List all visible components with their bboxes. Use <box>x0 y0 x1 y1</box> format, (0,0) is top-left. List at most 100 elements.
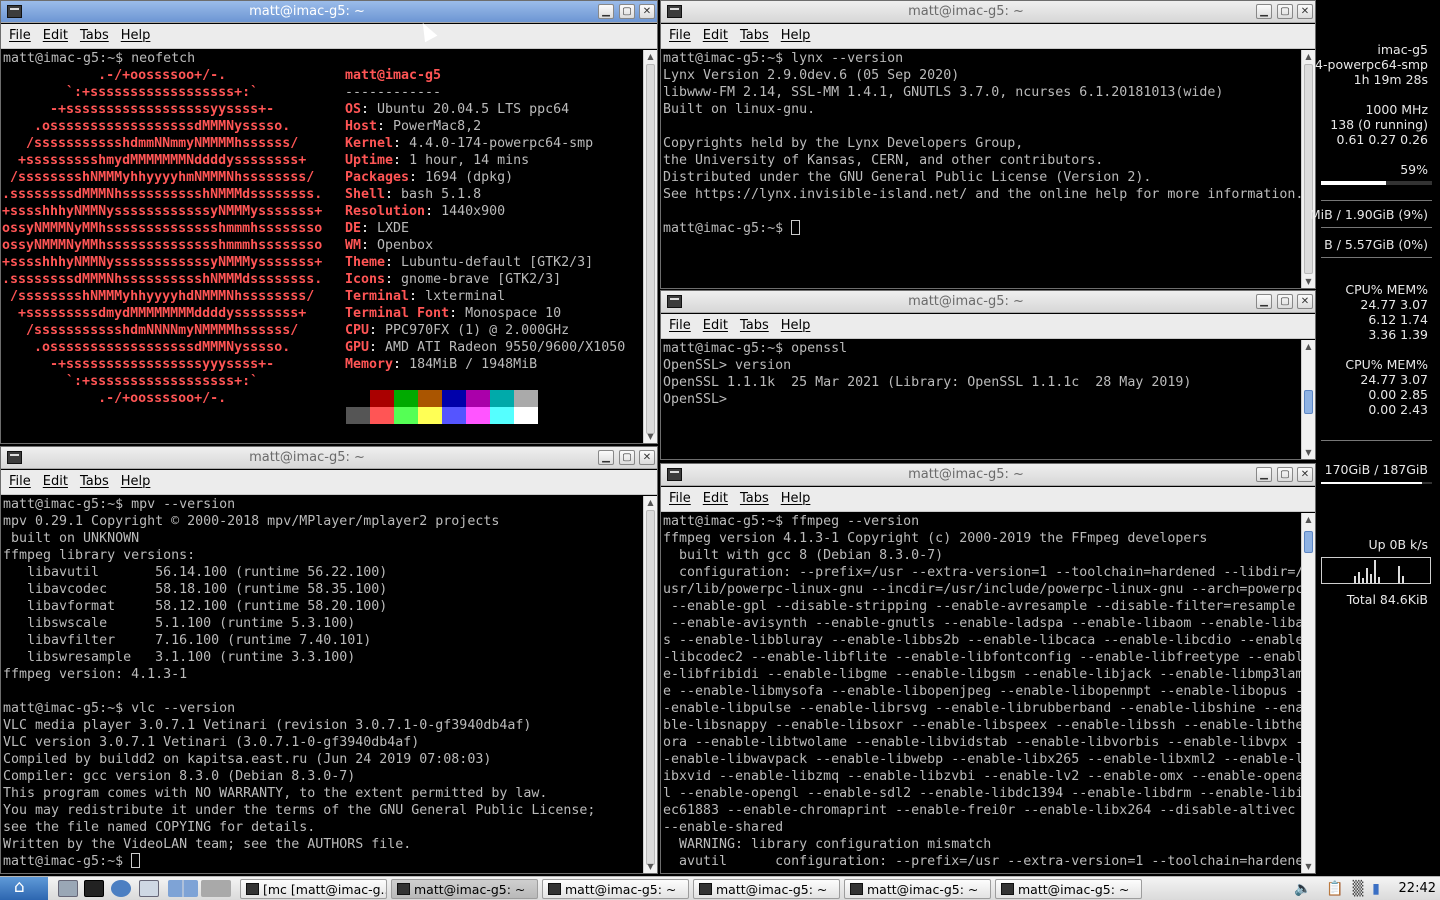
scroll-down-arrow-icon[interactable]: ▼ <box>646 432 655 441</box>
terminal-icon[interactable] <box>7 451 22 464</box>
terminal-icon[interactable] <box>667 5 682 18</box>
menu-tabs[interactable]: Tabs <box>72 470 113 489</box>
window-switcher-icon[interactable] <box>139 880 159 897</box>
menu-help[interactable]: Help <box>773 487 815 506</box>
title-bar[interactable]: matt@imac-g5: ~ ▁ ▢ ✕ <box>661 291 1315 313</box>
cpu-bar <box>1321 181 1432 185</box>
terminal-window-ffmpeg[interactable]: matt@imac-g5: ~ ▁ ▢ ✕ File Edit Tabs Help m… <box>660 463 1316 874</box>
menu-file[interactable]: File <box>1 24 35 43</box>
close-button[interactable]: ✕ <box>1297 294 1313 309</box>
menu-help[interactable]: Help <box>113 24 155 43</box>
scroll-up-arrow-icon[interactable]: ▲ <box>1304 52 1313 61</box>
maximize-button[interactable]: ▢ <box>1277 4 1293 19</box>
menu-edit[interactable]: Edit <box>695 314 732 333</box>
minimize-button[interactable]: ▁ <box>1256 294 1272 309</box>
title-bar[interactable]: matt@imac-g5: ~ ▁ ▢ ✕ <box>661 1 1315 23</box>
terminal-icon[interactable] <box>667 295 682 308</box>
info-label: Terminal <box>345 289 410 304</box>
scroll-up-arrow-icon[interactable]: ▲ <box>646 52 655 61</box>
maximize-button[interactable]: ▢ <box>619 4 635 19</box>
menu-help[interactable]: Help <box>773 314 815 333</box>
close-button[interactable]: ✕ <box>639 450 655 465</box>
scroll-down-arrow-icon[interactable]: ▼ <box>1304 277 1313 286</box>
menu-edit[interactable]: Edit <box>35 24 72 43</box>
menu-tabs[interactable]: Tabs <box>72 24 113 43</box>
disk-bar <box>1321 482 1432 484</box>
file-manager-icon[interactable] <box>58 880 78 897</box>
volume-icon[interactable]: 🔈 <box>1294 881 1311 897</box>
clock[interactable]: 22:42 <box>1399 881 1436 896</box>
menu-edit[interactable]: Edit <box>695 487 732 506</box>
scroll-thumb[interactable] <box>1304 64 1313 274</box>
title-bar[interactable]: matt@imac-g5: ~ ▁ ▢ ✕ <box>1 447 657 469</box>
scroll-up-arrow-icon[interactable]: ▲ <box>1304 515 1313 524</box>
menu-tabs[interactable]: Tabs <box>732 24 773 43</box>
task-terminal[interactable]: matt@imac-g5: ~ <box>542 879 689 899</box>
scroll-down-arrow-icon[interactable]: ▼ <box>1304 862 1313 871</box>
cpu-monitor-icon[interactable]: ▒ <box>1350 881 1366 897</box>
info-label: Memory <box>345 357 394 372</box>
close-button[interactable]: ✕ <box>1297 467 1313 482</box>
scrollbar[interactable]: ▲ ▼ <box>1301 340 1315 459</box>
scroll-up-arrow-icon[interactable]: ▲ <box>646 498 655 507</box>
minimize-button[interactable]: ▁ <box>1256 467 1272 482</box>
scroll-thumb[interactable] <box>1304 390 1313 414</box>
scrollbar[interactable]: ▲ ▼ <box>643 50 657 443</box>
menu-file[interactable]: File <box>1 470 35 489</box>
close-button[interactable]: ✕ <box>1297 4 1313 19</box>
clipboard-icon[interactable]: 📋 <box>1326 881 1343 897</box>
info-value: PPC970FX (1) @ 2.000GHz <box>385 323 570 338</box>
scroll-thumb[interactable] <box>1304 531 1313 553</box>
scroll-thumb[interactable] <box>646 510 655 865</box>
terminal-output[interactable]: matt@imac-g5:~$ neofetch .-/+oossssoo+/-… <box>1 50 643 443</box>
menu-help[interactable]: Help <box>113 470 155 489</box>
menu-file[interactable]: File <box>661 24 695 43</box>
task-terminal[interactable]: matt@imac-g5: ~ <box>995 879 1142 899</box>
menu-tabs[interactable]: Tabs <box>732 487 773 506</box>
title-bar[interactable]: matt@imac-g5: ~ ▁ ▢ ✕ <box>1 1 657 23</box>
title-bar[interactable]: matt@imac-g5: ~ ▁ ▢ ✕ <box>661 464 1315 486</box>
task-terminal[interactable]: matt@imac-g5: ~ <box>693 879 840 899</box>
scrollbar[interactable]: ▲ ▼ <box>1301 513 1315 873</box>
desktop-pager-icon[interactable] <box>168 880 198 897</box>
desktop-pager-icon[interactable] <box>201 880 231 897</box>
close-button[interactable]: ✕ <box>639 4 655 19</box>
menu-file[interactable]: File <box>661 487 695 506</box>
scroll-down-arrow-icon[interactable]: ▼ <box>1304 448 1313 457</box>
scroll-down-arrow-icon[interactable]: ▼ <box>646 862 655 871</box>
terminal-icon[interactable] <box>667 468 682 481</box>
terminal-output[interactable]: matt@imac-g5:~$ lynx --version Lynx Vers… <box>661 50 1301 288</box>
web-browser-icon[interactable] <box>111 880 131 897</box>
terminal-output[interactable]: matt@imac-g5:~$ mpv --version mpv 0.29.1… <box>1 496 643 873</box>
menu-tabs[interactable]: Tabs <box>732 314 773 333</box>
network-signal-icon[interactable]: ▮ <box>1368 881 1384 897</box>
minimize-button[interactable]: ▁ <box>598 4 614 19</box>
scroll-up-arrow-icon[interactable]: ▲ <box>1304 342 1313 351</box>
task-mc[interactable]: [mc [matt@imac-g... <box>240 879 387 899</box>
maximize-button[interactable]: ▢ <box>619 450 635 465</box>
terminal-window-neofetch[interactable]: matt@imac-g5: ~ ▁ ▢ ✕ File Edit Tabs Help m… <box>0 0 658 444</box>
task-terminal[interactable]: matt@imac-g5: ~ <box>844 879 991 899</box>
terminal-icon[interactable] <box>7 5 22 18</box>
terminal-window-openssl[interactable]: matt@imac-g5: ~ ▁ ▢ ✕ File Edit Tabs Help m… <box>660 290 1316 460</box>
scrollbar[interactable]: ▲ ▼ <box>1301 50 1315 288</box>
menu-edit[interactable]: Edit <box>35 470 72 489</box>
info-row: Packages: 1694 (dpkg) <box>345 169 625 186</box>
minimize-button[interactable]: ▁ <box>1256 4 1272 19</box>
minimize-button[interactable]: ▁ <box>598 450 614 465</box>
maximize-button[interactable]: ▢ <box>1277 294 1293 309</box>
color-swatch <box>466 407 490 424</box>
terminal-output[interactable]: matt@imac-g5:~$ ffmpeg --version ffmpeg … <box>661 513 1301 873</box>
maximize-button[interactable]: ▢ <box>1277 467 1293 482</box>
menu-file[interactable]: File <box>661 314 695 333</box>
scroll-thumb[interactable] <box>646 64 655 434</box>
terminal-launcher-icon[interactable] <box>84 880 104 897</box>
terminal-window-lynx[interactable]: matt@imac-g5: ~ ▁ ▢ ✕ File Edit Tabs Help m… <box>660 0 1316 289</box>
task-terminal[interactable]: matt@imac-g5: ~ <box>391 879 538 899</box>
menu-help[interactable]: Help <box>773 24 815 43</box>
start-menu-button[interactable] <box>0 877 48 900</box>
terminal-window-mpv[interactable]: matt@imac-g5: ~ ▁ ▢ ✕ File Edit Tabs Help m… <box>0 446 658 874</box>
terminal-output[interactable]: matt@imac-g5:~$ openssl OpenSSL> version… <box>661 340 1301 459</box>
menu-edit[interactable]: Edit <box>695 24 732 43</box>
scrollbar[interactable]: ▲ ▼ <box>643 496 657 873</box>
